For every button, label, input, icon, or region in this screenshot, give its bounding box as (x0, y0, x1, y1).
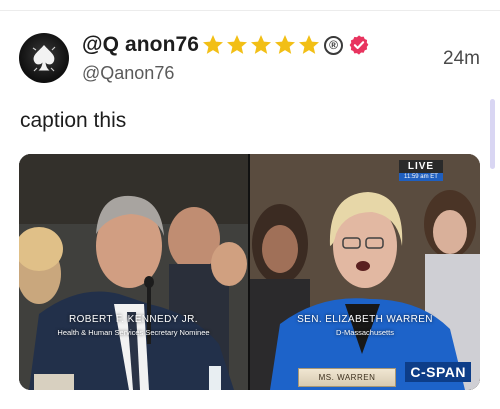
left-speaker-title: Health & Human Services Secretary Nomine… (57, 328, 210, 337)
senator-speaking-scene (250, 154, 480, 390)
post-media-image[interactable]: ROBERT F. KENNEDY JR. Health & Human Ser… (19, 154, 480, 390)
live-time: 11:59 am ET (399, 173, 443, 181)
star-icon (251, 35, 272, 54)
right-speaker-title: D-Massachusetts (336, 328, 394, 337)
live-indicator: LIVE 11:59 am ET (399, 160, 443, 181)
senator-nominee-scene (19, 154, 248, 390)
avatar[interactable] (19, 33, 69, 83)
spade-logo-icon (32, 45, 56, 72)
star-icon (203, 35, 224, 54)
live-label: LIVE (399, 160, 443, 173)
scrollbar[interactable] (490, 99, 495, 169)
cspan-logo: C-SPAN (405, 362, 471, 382)
media-left-panel: ROBERT F. KENNEDY JR. Health & Human Ser… (19, 154, 248, 390)
desk-nameplate: MS. WARREN (298, 368, 396, 387)
media-right-panel: LIVE 11:59 am ET SEN. ELIZABETH WARREN D… (250, 154, 480, 390)
post-card[interactable]: @Q anon76 ® @Qanon76 24m caption this RO… (0, 11, 500, 409)
right-speaker-name: SEN. ELIZABETH WARREN (297, 314, 433, 325)
post-timestamp[interactable]: 24m (443, 48, 480, 70)
registered-icon: ® (324, 35, 344, 55)
left-lower-third: ROBERT F. KENNEDY JR. Health & Human Ser… (19, 314, 248, 337)
star-badges (201, 33, 321, 57)
star-icon (227, 35, 248, 54)
author-name-row: @Q anon76 ® (82, 33, 370, 57)
right-lower-third: SEN. ELIZABETH WARREN D-Massachusetts (250, 314, 480, 337)
star-icon (299, 35, 320, 54)
post-caption: caption this (20, 109, 127, 132)
author-handle[interactable]: @Qanon76 (82, 63, 174, 84)
display-name[interactable]: @Q anon76 (82, 33, 199, 57)
left-speaker-name: ROBERT F. KENNEDY JR. (69, 314, 198, 325)
verified-badge-icon (349, 35, 369, 55)
star-icon (275, 35, 296, 54)
